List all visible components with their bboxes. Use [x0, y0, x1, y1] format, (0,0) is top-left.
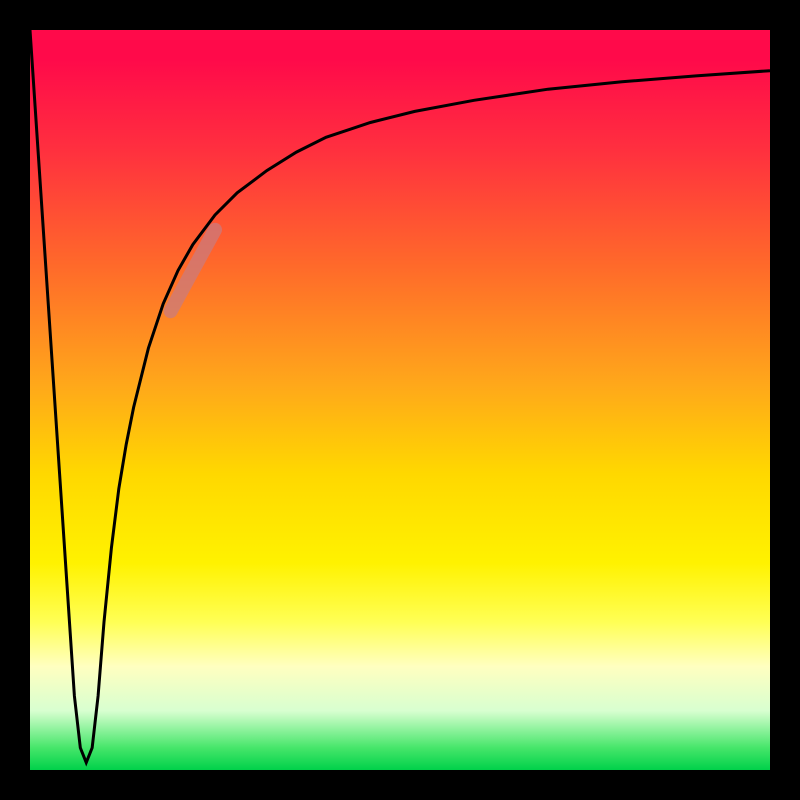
curve-svg — [30, 30, 770, 770]
chart-container: TheBottleneck.com — [0, 0, 800, 800]
bottleneck-curve — [30, 30, 770, 763]
plot-area — [30, 30, 770, 770]
attribution-text: TheBottleneck.com — [594, 6, 786, 32]
